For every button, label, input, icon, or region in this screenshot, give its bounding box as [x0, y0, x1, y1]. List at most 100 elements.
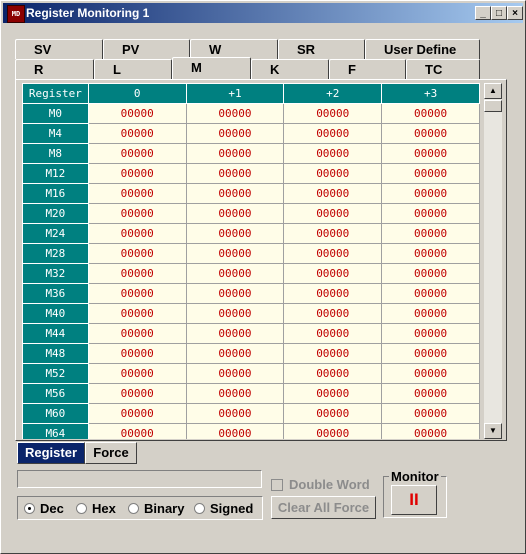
vertical-scrollbar[interactable]: ▲ ▼ — [484, 83, 502, 439]
register-name-cell[interactable]: M16 — [22, 183, 89, 204]
tab-sv[interactable]: SV — [15, 39, 103, 59]
column-header-register[interactable]: Register — [22, 83, 89, 104]
table-row[interactable]: M32 00000 00000 00000 00000 — [22, 263, 480, 284]
tab-tc[interactable]: TC — [406, 59, 480, 79]
register-value-cell[interactable]: 00000 — [283, 183, 383, 204]
register-value-cell[interactable]: 00000 — [381, 103, 480, 124]
register-value-cell[interactable]: 00000 — [381, 343, 480, 364]
table-row[interactable]: M24 00000 00000 00000 00000 — [22, 223, 480, 244]
tab-force[interactable]: Force — [85, 442, 137, 464]
register-value-cell[interactable]: 00000 — [87, 123, 187, 144]
table-row[interactable]: M36 00000 00000 00000 00000 — [22, 283, 480, 304]
register-value-cell[interactable]: 00000 — [185, 123, 285, 144]
register-value-cell[interactable]: 00000 — [87, 323, 187, 344]
tab-f[interactable]: F — [329, 59, 406, 79]
register-value-cell[interactable]: 00000 — [283, 343, 383, 364]
register-value-cell[interactable]: 00000 — [185, 143, 285, 164]
title-bar[interactable]: MD Register Monitoring 1 _ □ × — [3, 3, 523, 23]
register-value-cell[interactable]: 00000 — [381, 283, 480, 304]
register-value-cell[interactable]: 00000 — [185, 363, 285, 384]
register-value-cell[interactable]: 00000 — [381, 423, 480, 439]
register-value-cell[interactable]: 00000 — [283, 303, 383, 324]
register-value-cell[interactable]: 00000 — [185, 403, 285, 424]
register-value-cell[interactable]: 00000 — [283, 383, 383, 404]
column-header-0[interactable]: 0 — [87, 83, 187, 104]
register-value-cell[interactable]: 00000 — [283, 363, 383, 384]
register-value-cell[interactable]: 00000 — [283, 423, 383, 439]
tab-pv[interactable]: PV — [103, 39, 190, 59]
register-value-cell[interactable]: 00000 — [381, 123, 480, 144]
table-row[interactable]: M40 00000 00000 00000 00000 — [22, 303, 480, 324]
tab-m[interactable]: M — [172, 57, 251, 79]
radio-binary[interactable]: Binary — [128, 501, 184, 516]
register-value-cell[interactable]: 00000 — [87, 363, 187, 384]
register-name-cell[interactable]: M36 — [22, 283, 89, 304]
scroll-down-button[interactable]: ▼ — [484, 423, 502, 439]
register-value-cell[interactable]: 00000 — [381, 243, 480, 264]
tab-sr[interactable]: SR — [278, 39, 365, 59]
scroll-thumb[interactable] — [484, 100, 502, 112]
radio-signed[interactable]: Signed — [194, 501, 253, 516]
register-value-cell[interactable]: 00000 — [283, 143, 383, 164]
register-name-cell[interactable]: M4 — [22, 123, 89, 144]
register-value-cell[interactable]: 00000 — [381, 363, 480, 384]
register-value-cell[interactable]: 00000 — [381, 203, 480, 224]
table-row[interactable]: M16 00000 00000 00000 00000 — [22, 183, 480, 204]
table-row[interactable]: M60 00000 00000 00000 00000 — [22, 403, 480, 424]
register-value-cell[interactable]: 00000 — [185, 223, 285, 244]
double-word-checkbox-box[interactable] — [271, 478, 283, 491]
register-value-cell[interactable]: 00000 — [381, 323, 480, 344]
register-value-cell[interactable]: 00000 — [87, 243, 187, 264]
table-row[interactable]: M52 00000 00000 00000 00000 — [22, 363, 480, 384]
tab-register[interactable]: Register — [17, 442, 85, 464]
register-value-cell[interactable]: 00000 — [381, 163, 480, 184]
tab-w[interactable]: W — [190, 39, 278, 59]
column-header-plus1[interactable]: +1 — [185, 83, 285, 104]
register-name-cell[interactable]: M24 — [22, 223, 89, 244]
maximize-button[interactable]: □ — [491, 6, 507, 20]
register-name-cell[interactable]: M60 — [22, 403, 89, 424]
register-value-cell[interactable]: 00000 — [283, 203, 383, 224]
radio-dec[interactable]: Dec — [24, 501, 64, 516]
register-value-cell[interactable]: 00000 — [283, 323, 383, 344]
register-value-cell[interactable]: 00000 — [283, 163, 383, 184]
register-value-cell[interactable]: 00000 — [185, 343, 285, 364]
tab-l[interactable]: L — [94, 59, 172, 79]
table-row[interactable]: M0 00000 00000 00000 00000 — [22, 103, 480, 124]
register-value-cell[interactable]: 00000 — [185, 243, 285, 264]
register-value-cell[interactable]: 00000 — [87, 423, 187, 439]
radio-binary-indicator[interactable] — [128, 503, 139, 514]
register-value-cell[interactable]: 00000 — [185, 423, 285, 439]
radio-signed-indicator[interactable] — [194, 503, 205, 514]
register-value-cell[interactable]: 00000 — [283, 123, 383, 144]
register-name-cell[interactable]: M32 — [22, 263, 89, 284]
register-value-cell[interactable]: 00000 — [185, 383, 285, 404]
register-name-cell[interactable]: M20 — [22, 203, 89, 224]
register-value-cell[interactable]: 00000 — [381, 143, 480, 164]
register-name-cell[interactable]: M0 — [22, 103, 89, 124]
register-value-cell[interactable]: 00000 — [87, 303, 187, 324]
register-name-cell[interactable]: M48 — [22, 343, 89, 364]
register-value-cell[interactable]: 00000 — [381, 183, 480, 204]
table-row[interactable]: M56 00000 00000 00000 00000 — [22, 383, 480, 404]
register-name-cell[interactable]: M8 — [22, 143, 89, 164]
register-value-cell[interactable]: 00000 — [283, 283, 383, 304]
column-header-plus3[interactable]: +3 — [381, 83, 480, 104]
register-value-cell[interactable]: 00000 — [381, 383, 480, 404]
column-header-plus2[interactable]: +2 — [283, 83, 383, 104]
register-value-cell[interactable]: 00000 — [185, 263, 285, 284]
register-value-cell[interactable]: 00000 — [87, 383, 187, 404]
radio-hex[interactable]: Hex — [76, 501, 116, 516]
register-value-cell[interactable]: 00000 — [87, 343, 187, 364]
double-word-checkbox[interactable]: Double Word — [271, 477, 370, 492]
register-value-cell[interactable]: 00000 — [185, 303, 285, 324]
radio-hex-indicator[interactable] — [76, 503, 87, 514]
register-value-cell[interactable]: 00000 — [381, 403, 480, 424]
scroll-up-button[interactable]: ▲ — [484, 83, 502, 99]
register-value-cell[interactable]: 00000 — [185, 163, 285, 184]
monitor-pause-button[interactable]: II — [391, 485, 437, 515]
table-row[interactable]: M4 00000 00000 00000 00000 — [22, 123, 480, 144]
register-value-cell[interactable]: 00000 — [283, 403, 383, 424]
register-value-cell[interactable]: 00000 — [87, 263, 187, 284]
register-value-cell[interactable]: 00000 — [381, 303, 480, 324]
